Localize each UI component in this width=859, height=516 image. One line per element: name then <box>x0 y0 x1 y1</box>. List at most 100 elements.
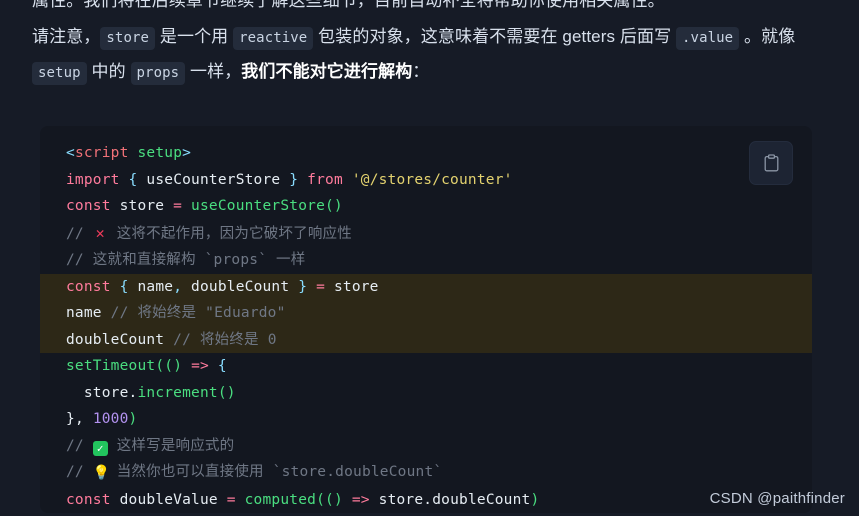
code-line: // ✓ 这样写是响应式的 <box>40 433 812 460</box>
inline-code-store: store <box>100 27 156 50</box>
code-token: store <box>369 491 424 508</box>
code-line: name // 将始终是 "Eduardo" <box>40 300 812 327</box>
code-token: 1000 <box>92 411 129 427</box>
code-token: , <box>173 278 183 295</box>
text-fragment-1: 请注意， <box>32 27 101 46</box>
inline-code-setup: setup <box>32 62 87 85</box>
code-token: setTimeout <box>66 358 156 374</box>
code-token: () <box>217 384 236 401</box>
code-token: } <box>298 278 308 295</box>
code-block: <script setup> import { useCounterStore }… <box>40 126 812 513</box>
code-token: doubleCount <box>182 278 299 295</box>
code-token: < <box>66 145 75 161</box>
code-token: // 将始终是 "Eduardo" <box>110 305 286 321</box>
code-token: useCounterStore <box>137 171 290 188</box>
code-token: doubleCount <box>432 491 531 508</box>
inline-code-reactive: reactive <box>233 27 314 50</box>
note-paragraph: 请注意， store 是一个用 reactive 包装的对象，这意味着不需要在 g… <box>0 20 859 90</box>
code-token: script <box>74 145 129 161</box>
code-token: '@/stores/counter' <box>351 171 513 188</box>
code-token: , <box>74 411 93 427</box>
inline-code-value: .value <box>676 27 740 50</box>
code-token: => <box>351 491 370 508</box>
code-token: ) <box>333 491 343 508</box>
code-token: 当然你也可以直接使用 `store.doubleCount` <box>107 464 443 480</box>
code-line: const { name, doubleCount } = store <box>40 273 812 300</box>
code-token: const <box>66 198 111 214</box>
check-icon: ✓ <box>92 440 108 456</box>
code-token: (( <box>155 358 174 374</box>
copy-code-button[interactable] <box>749 141 793 185</box>
code-token: = <box>226 491 236 508</box>
watermark-text: CSDN @paithfinder <box>709 490 845 507</box>
code-token: store <box>325 278 379 295</box>
clipped-paragraph: 属性。我们将在后续章节继续了解这些细节，目前自动补全将帮助你使用相关属性。 <box>0 0 859 8</box>
code-line: doubleCount // 将始终是 0 <box>40 326 812 353</box>
bulb-icon: 💡 <box>92 465 111 481</box>
code-token: // 这就和直接解构 `props` 一样 <box>66 252 306 268</box>
code-token: doubleCount <box>66 331 174 348</box>
code-line: // 这就和直接解构 `props` 一样 <box>40 247 812 274</box>
code-token: from <box>307 171 343 188</box>
code-token: 这样写是响应式的 <box>107 437 235 454</box>
article-page: 属性。我们将在后续章节继续了解这些细节，目前自动补全将帮助你使用相关属性。 请注… <box>0 0 859 516</box>
code-token: name <box>128 278 174 295</box>
code-token: doubleValue <box>110 491 227 508</box>
code-token: increment <box>137 384 218 401</box>
code-token: { <box>217 358 227 374</box>
code-token: // <box>66 225 93 242</box>
code-token: // 将始终是 0 <box>173 331 277 348</box>
text-fragment-6: 一样， <box>185 62 242 81</box>
code-token: computed <box>244 491 317 508</box>
code-token: = <box>173 198 183 214</box>
code-line: // ✕ 这将不起作用，因为它破坏了响应性 <box>40 220 812 248</box>
code-token: ) <box>128 411 138 427</box>
code-token: } <box>66 411 75 427</box>
code-token: 这将不起作用，因为它破坏了响应性 <box>107 225 352 242</box>
text-fragment-4: 。就像 <box>739 27 796 46</box>
code-line: // 💡 当然你也可以直接使用 `store.doubleCount` <box>40 459 812 487</box>
code-line: }, 1000) <box>40 406 812 433</box>
code-token: = <box>316 278 326 295</box>
code-line: const store = useCounterStore() <box>40 193 812 220</box>
code-token: setup <box>137 145 183 161</box>
text-fragment-5: 中的 <box>86 62 131 81</box>
code-token: store <box>66 384 129 401</box>
prose-content: 属性。我们将在后续章节继续了解这些细节，目前自动补全将帮助你使用相关属性。 请注… <box>0 0 859 90</box>
code-token: store <box>110 198 174 214</box>
code-line: const doubleValue = computed(() => store… <box>40 487 812 514</box>
code-lines: <script setup> import { useCounterStore }… <box>40 126 812 513</box>
code-token: => <box>191 358 209 374</box>
code-token: . <box>423 491 433 508</box>
code-line: store.increment() <box>40 380 812 407</box>
code-line: import { useCounterStore } from '@/store… <box>40 167 812 194</box>
code-token: import <box>66 171 120 188</box>
code-token: const <box>66 278 111 295</box>
code-token: // <box>66 437 93 454</box>
code-line: setTimeout(() => { <box>40 353 812 380</box>
code-token: ) <box>530 491 540 508</box>
code-token: ) <box>173 358 183 374</box>
clipboard-icon <box>763 153 780 173</box>
text-fragment-3: 包装的对象，这意味着不需要在 getters 后面写 <box>313 27 677 46</box>
emphasis-text: 我们不能对它进行解构 <box>241 62 413 81</box>
code-token: } <box>289 171 299 188</box>
code-token: () <box>325 198 343 214</box>
text-fragment-2: 是一个用 <box>155 27 234 46</box>
code-token: > <box>182 145 192 161</box>
code-line: <script setup> <box>40 140 812 167</box>
cross-icon: ✕ <box>95 223 105 242</box>
inline-code-props: props <box>130 62 186 85</box>
code-token: { <box>119 278 129 295</box>
text-fragment-7: ： <box>412 62 430 81</box>
